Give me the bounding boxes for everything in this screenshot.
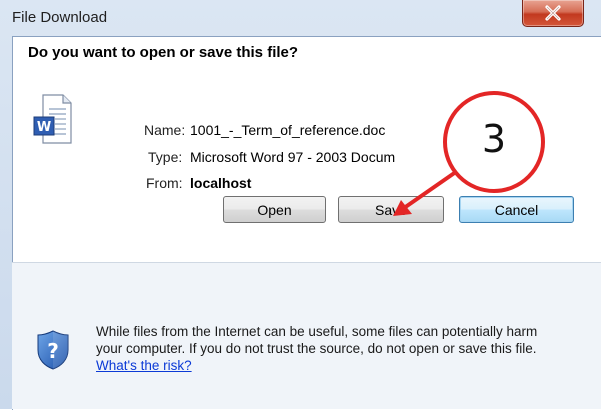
warning-message: While files from the Internet can be use… [96, 324, 538, 356]
from-label: From: [146, 175, 183, 191]
close-icon [545, 5, 561, 21]
question-heading: Do you want to open or save this file? [28, 44, 299, 61]
close-button[interactable] [522, 0, 584, 27]
file-download-dialog: File Download Do you want to open or sav… [0, 0, 601, 410]
shield-question-icon: ? [37, 330, 69, 370]
whats-the-risk-link[interactable]: What's the risk? [96, 358, 192, 373]
security-warning-text: While files from the Internet can be use… [96, 323, 566, 374]
source-value: localhost [190, 175, 252, 191]
svg-text:W: W [37, 120, 51, 135]
cancel-button[interactable]: Cancel [459, 196, 574, 223]
divider [12, 262, 601, 263]
file-name-value: 1001_-_Term_of_reference.doc [190, 122, 386, 138]
step-number: 3 [481, 117, 507, 161]
step-callout: 3 [443, 91, 545, 193]
type-label: Type: [148, 149, 183, 165]
word-document-icon: W [33, 94, 72, 144]
svg-text:?: ? [47, 339, 59, 363]
save-button[interactable]: Save [338, 196, 444, 223]
file-type-value: Microsoft Word 97 - 2003 Docum [190, 149, 396, 165]
title-bar: File Download [0, 0, 601, 36]
name-label: Name: [144, 122, 186, 138]
open-button[interactable]: Open [223, 196, 326, 223]
dialog-title: File Download [12, 9, 108, 26]
